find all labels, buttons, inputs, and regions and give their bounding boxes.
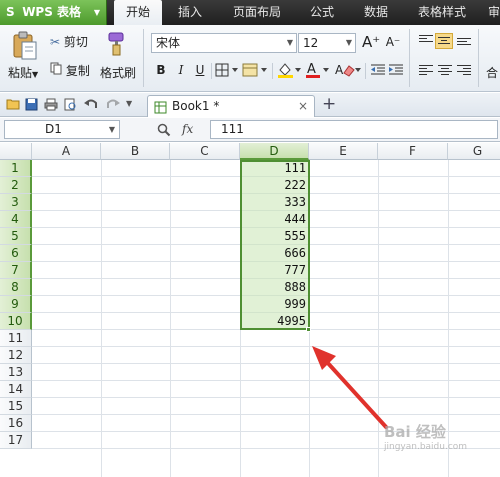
annotation-arrow [312,346,388,429]
watermark-text: Bai 经验 [384,423,446,441]
watermark: Bai 经验 jingyan.baidu.com [384,421,500,477]
watermark-sub: jingyan.baidu.com [384,442,468,452]
